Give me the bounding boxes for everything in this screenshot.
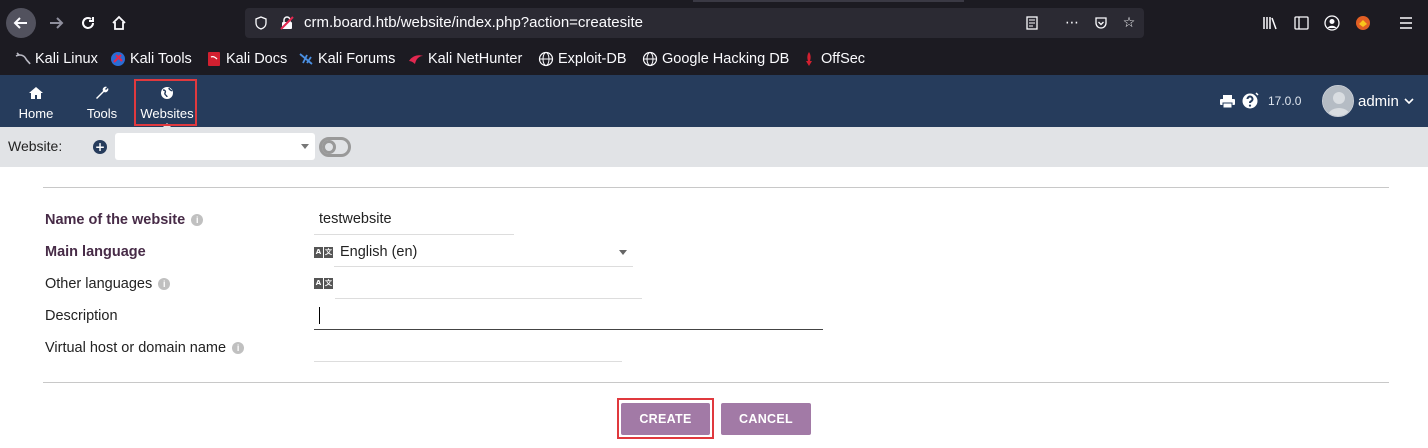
language-icon: A文 (314, 247, 333, 258)
top-right-tools: 17.0.0 (1219, 75, 1301, 127)
menu-home[interactable]: Home (12, 75, 60, 127)
avatar (1322, 85, 1354, 117)
website-label: Website: (8, 138, 63, 154)
more-actions-icon[interactable]: ⋯ (1062, 13, 1082, 33)
bookmark-kali-tools[interactable]: Kali Tools (110, 49, 192, 69)
url-bar[interactable]: crm.board.htb/website/index.php?action=c… (245, 8, 1144, 38)
bookmark-exploit-db[interactable]: Exploit-DB (538, 49, 627, 69)
bookmark-offsec[interactable]: OffSec (801, 49, 865, 69)
info-icon[interactable]: i (191, 214, 204, 226)
back-button[interactable] (6, 8, 36, 38)
browser-chrome: crm.board.htb/website/index.php?action=c… (0, 0, 1428, 75)
library-icon[interactable] (1258, 10, 1282, 36)
bookmark-kali-forums[interactable]: Kali Forums (298, 49, 395, 69)
active-tab-indicator (693, 0, 964, 2)
globe-icon (642, 51, 658, 67)
home-icon (112, 15, 126, 30)
bookmark-star-icon[interactable]: ☆ (1119, 13, 1139, 33)
label-other-languages: Other languages i (45, 276, 171, 292)
websites-menu-highlight (134, 79, 197, 126)
kali-docs-icon (206, 51, 222, 67)
website-toolbar: Website: + (0, 127, 1428, 167)
reload-icon (82, 17, 94, 29)
sidebar-icon[interactable] (1289, 10, 1313, 36)
forward-button[interactable] (41, 8, 71, 38)
home-icon (28, 85, 44, 101)
website-name-input[interactable]: testwebsite (314, 203, 514, 235)
chevron-down-icon (1404, 98, 1414, 104)
other-languages-input[interactable] (335, 268, 642, 299)
url-text[interactable]: crm.board.htb/website/index.php?action=c… (304, 14, 643, 31)
offsec-icon (801, 51, 817, 67)
main-language-select[interactable]: English (en) (334, 236, 633, 267)
home-browser-button[interactable] (104, 8, 134, 38)
extension-icon[interactable] (1351, 10, 1375, 36)
bookmark-kali-docs[interactable]: Kali Docs (206, 49, 287, 69)
pocket-icon[interactable] (1091, 13, 1111, 33)
shield-icon[interactable] (251, 13, 271, 33)
chevron-down-icon (301, 144, 309, 149)
arrow-right-icon (50, 17, 64, 29)
cancel-button[interactable]: CANCEL (721, 403, 811, 435)
divider (43, 382, 1389, 383)
bookmarks-toolbar: Kali Linux Kali Tools Kali Docs Kali For… (0, 46, 1428, 72)
username-label: admin (1358, 92, 1399, 110)
account-icon[interactable] (1320, 10, 1344, 36)
nethunter-icon (408, 51, 424, 67)
website-toggle[interactable] (319, 137, 351, 157)
label-main-language: Main language (45, 244, 146, 260)
arrow-left-icon (13, 17, 27, 29)
label-description: Description (45, 308, 118, 324)
kali-forums-icon (298, 51, 314, 67)
version-label: 17.0.0 (1268, 94, 1302, 108)
user-menu[interactable]: admin (1322, 75, 1414, 127)
info-icon[interactable]: i (158, 278, 171, 290)
menu-tools[interactable]: Tools (78, 75, 126, 127)
label-website-name: Name of the website i (45, 212, 204, 228)
hamburger-menu-icon[interactable] (1394, 10, 1418, 36)
help-icon[interactable] (1242, 92, 1262, 110)
language-icon: A文 (314, 278, 333, 289)
description-input[interactable] (314, 301, 823, 330)
globe-icon (538, 51, 554, 67)
add-website-icon[interactable]: + (93, 140, 107, 154)
kali-tools-icon (110, 51, 126, 67)
app-top-menu: Home Tools Websites 17.0.0 admin (0, 75, 1428, 127)
bookmark-kali-nethunter[interactable]: Kali NetHunter (408, 49, 522, 69)
create-website-form: Name of the website i testwebsite Main l… (0, 167, 1428, 448)
website-select[interactable] (115, 133, 315, 160)
create-button-highlight (617, 398, 714, 439)
print-icon[interactable] (1219, 94, 1237, 109)
kali-dragon-icon (15, 51, 31, 67)
bookmark-kali-linux[interactable]: Kali Linux (15, 49, 98, 69)
chevron-down-icon (619, 250, 627, 255)
reader-view-icon[interactable] (1022, 13, 1042, 33)
divider (43, 187, 1389, 188)
insecure-lock-icon[interactable] (277, 13, 297, 33)
wrench-icon (95, 85, 109, 101)
virtual-host-input[interactable] (314, 332, 622, 362)
info-icon[interactable]: i (232, 342, 245, 354)
label-virtual-host: Virtual host or domain name i (45, 340, 245, 356)
bookmark-google-hacking-db[interactable]: Google Hacking DB (642, 49, 789, 69)
text-cursor (319, 307, 320, 324)
reload-button[interactable] (73, 8, 103, 38)
toggle-knob (322, 140, 336, 154)
